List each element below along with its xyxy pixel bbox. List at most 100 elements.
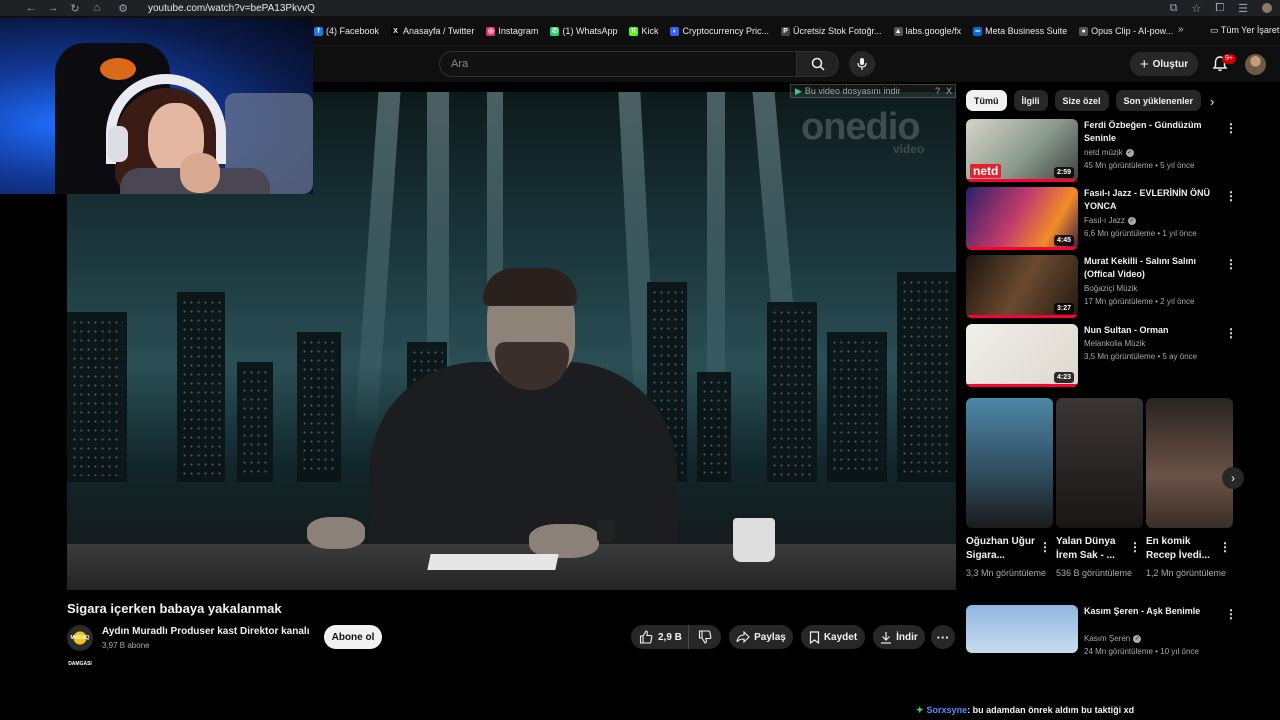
user-avatar[interactable]	[1245, 54, 1266, 75]
recommended-video-title[interactable]: Kasım Şeren - Aşk Benimle	[1084, 605, 1220, 618]
bookmark-item[interactable]: X Anasayfa / Twitter	[391, 26, 474, 36]
extensions-icon[interactable]: ⧠	[1215, 2, 1224, 15]
save-button[interactable]: Kaydet	[801, 625, 865, 649]
bookmark-star-icon[interactable]: ☆	[1191, 2, 1201, 15]
bookmarks-list: f (4) Facebook X Anasayfa / Twitter ◎ Instagr…	[314, 16, 1173, 46]
back-icon[interactable]: ←	[20, 2, 42, 14]
forward-icon[interactable]: →	[42, 2, 64, 14]
recommended-video[interactable]: 4:23 Nun Sultan - Orman Melankolia Müzik 3,…	[966, 324, 1246, 388]
more-options-icon[interactable]: ⋮	[1039, 540, 1051, 554]
more-options-icon[interactable]: ⋮	[1225, 257, 1237, 271]
webcam-overlay	[0, 18, 313, 194]
bookmarks-overflow-button[interactable]: »	[1178, 24, 1184, 35]
more-options-icon[interactable]: ⋮	[1225, 121, 1237, 135]
install-app-icon[interactable]: ⧉	[1170, 2, 1178, 15]
video-thumbnail[interactable]: 2:59 netd	[966, 119, 1078, 182]
download-button[interactable]: İndir	[873, 625, 925, 649]
video-thumbnail[interactable]	[966, 605, 1078, 653]
reload-icon[interactable]: ↻	[64, 2, 86, 15]
screen: ← → ↻ ⌂ ⚙ youtube.com/watch?v=bePA13Pkvv…	[0, 0, 1280, 720]
watch-progress-bar	[966, 179, 1078, 182]
share-label: Paylaş	[754, 631, 786, 643]
short-item[interactable]: En komik Recep İvedi... 1,2 Mn görüntülem…	[1146, 398, 1233, 580]
recommended-channel[interactable]: Melankolia Müzik	[1084, 339, 1145, 348]
bookmark-item[interactable]: P Ücretsiz Stok Fotoğr...	[781, 26, 882, 36]
recommended-channel[interactable]: Fasıl-ı Jazz ✓	[1084, 216, 1136, 225]
reading-list-icon[interactable]: ☰	[1238, 2, 1248, 15]
more-options-icon[interactable]: ⋮	[1129, 540, 1141, 554]
filter-chip[interactable]: Son yüklenenler	[1115, 90, 1202, 111]
bookmark-item[interactable]: K Kick	[629, 26, 658, 36]
notice-help-icon[interactable]: ?	[932, 86, 943, 96]
chevron-right-icon[interactable]: ›	[1210, 94, 1214, 109]
subscribe-button[interactable]: Abone ol	[324, 625, 382, 649]
more-actions-button[interactable]: ···	[931, 625, 955, 649]
short-thumbnail[interactable]	[966, 398, 1053, 528]
dislike-button[interactable]	[689, 630, 721, 644]
profile-avatar[interactable]	[1262, 3, 1272, 13]
bookmark-item[interactable]: f (4) Facebook	[314, 26, 379, 36]
recommended-video[interactable]: 3:27 Murat Kekilli - Salını Salını (Offic…	[966, 255, 1246, 319]
channel-avatar[interactable]: MARAQ DAMGASI	[67, 625, 93, 667]
recommended-channel-name: netd müzik	[1084, 148, 1123, 157]
folder-icon: ▭	[1210, 25, 1221, 35]
voice-search-button[interactable]	[849, 51, 875, 77]
more-options-icon[interactable]: ⋮	[1225, 189, 1237, 203]
recommended-video[interactable]: 2:59 netd Ferdi Özbeğen - Gündüzüm Seninle…	[966, 119, 1246, 183]
more-options-icon[interactable]: ⋮	[1225, 326, 1237, 340]
recommended-channel[interactable]: Kasım Şeren ✓	[1084, 634, 1142, 643]
recommended-channel[interactable]: Boğaziçi Müzik	[1084, 284, 1137, 293]
recommended-video-title[interactable]: Murat Kekilli - Salını Salını (Offical V…	[1084, 255, 1220, 281]
filter-chips: Tümü İlgili Size özel Son yüklenenler	[966, 90, 1202, 112]
more-options-icon[interactable]: ⋮	[1225, 607, 1237, 621]
bookmark-item[interactable]: ◐ Cryptocurrency Pric...	[670, 26, 769, 36]
like-button[interactable]: 2,9 B	[631, 625, 689, 649]
all-bookmarks-button[interactable]: ▭ Tüm Yer İşaretle	[1210, 25, 1280, 36]
site-info-icon[interactable]: ⚙	[112, 2, 134, 15]
host-hair	[483, 268, 577, 306]
recommended-video-meta: 24 Mn görüntüleme • 10 yıl önce	[1084, 647, 1199, 656]
create-button[interactable]: + Oluştur	[1130, 52, 1198, 76]
video-thumbnail[interactable]: 4:45	[966, 187, 1078, 250]
bookmark-item[interactable]: ▲ labs.google/fx	[893, 26, 961, 36]
shorts-next-button[interactable]: ›	[1222, 467, 1244, 489]
recommended-video[interactable]: 4:45 Fasıl-ı Jazz - EVLERİNİN ÖNÜ YONCA Fa…	[966, 187, 1246, 251]
watch-progress-bar	[966, 315, 1078, 318]
filter-chip[interactable]: İlgili	[1013, 90, 1048, 111]
video-thumbnail[interactable]: 4:23	[966, 324, 1078, 387]
home-icon[interactable]: ⌂	[86, 2, 108, 14]
paper-sheet	[427, 554, 559, 570]
recommended-video-title[interactable]: Fasıl-ı Jazz - EVLERİNİN ÖNÜ YONCA	[1084, 187, 1220, 213]
more-options-icon[interactable]: ⋮	[1219, 540, 1231, 554]
bookmark-favicon-icon: ◎	[486, 26, 496, 36]
download-video-notice[interactable]: ▶ Bu video dosyasını indir ? X	[790, 84, 956, 98]
recommended-video-title[interactable]: Nun Sultan - Orman	[1084, 324, 1220, 337]
bookmark-favicon-icon: P	[781, 26, 791, 36]
bookmark-item[interactable]: ✆ (1) WhatsApp	[550, 26, 617, 36]
channel-name[interactable]: Aydın Muradlı Produser kast Direktor kan…	[102, 626, 309, 637]
filter-chip[interactable]: Size özel	[1054, 90, 1109, 111]
thumbs-up-icon	[639, 630, 653, 644]
search-input[interactable]	[451, 58, 796, 70]
address-bar[interactable]: youtube.com/watch?v=bePA13PkvvQ	[148, 3, 315, 14]
search-button[interactable]	[797, 51, 839, 77]
short-title[interactable]: Yalan Dünya İrem Sak - ...	[1056, 535, 1128, 563]
bookmark-item[interactable]: ◎ Instagram	[486, 26, 538, 36]
bookmark-item[interactable]: ● Opus Clip - AI-pow...	[1079, 26, 1173, 36]
share-button[interactable]: Paylaş	[729, 625, 793, 649]
short-item[interactable]: Oğuzhan Uğur Sigara... 3,3 Mn görüntüleme…	[966, 398, 1053, 580]
short-title[interactable]: En komik Recep İvedi...	[1146, 535, 1218, 563]
recommended-channel[interactable]: netd müzik ✓	[1084, 148, 1134, 157]
short-item[interactable]: Yalan Dünya İrem Sak - ... 536 B görüntül…	[1056, 398, 1143, 580]
bookmark-item[interactable]: ∞ Meta Business Suite	[973, 26, 1067, 36]
short-thumbnail[interactable]	[1056, 398, 1143, 528]
short-thumbnail[interactable]	[1146, 398, 1233, 528]
download-icon	[881, 631, 892, 644]
verified-check-icon: ✓	[1125, 148, 1134, 157]
filter-chip[interactable]: Tümü	[966, 90, 1007, 111]
notice-close-icon[interactable]: X	[946, 86, 955, 96]
recommended-video[interactable]: Kasım Şeren - Aşk Benimle Kasım Şeren ✓ 24 …	[966, 605, 1246, 669]
recommended-video-title[interactable]: Ferdi Özbeğen - Gündüzüm Seninle	[1084, 119, 1220, 145]
short-title[interactable]: Oğuzhan Uğur Sigara...	[966, 535, 1038, 563]
video-thumbnail[interactable]: 3:27	[966, 255, 1078, 318]
